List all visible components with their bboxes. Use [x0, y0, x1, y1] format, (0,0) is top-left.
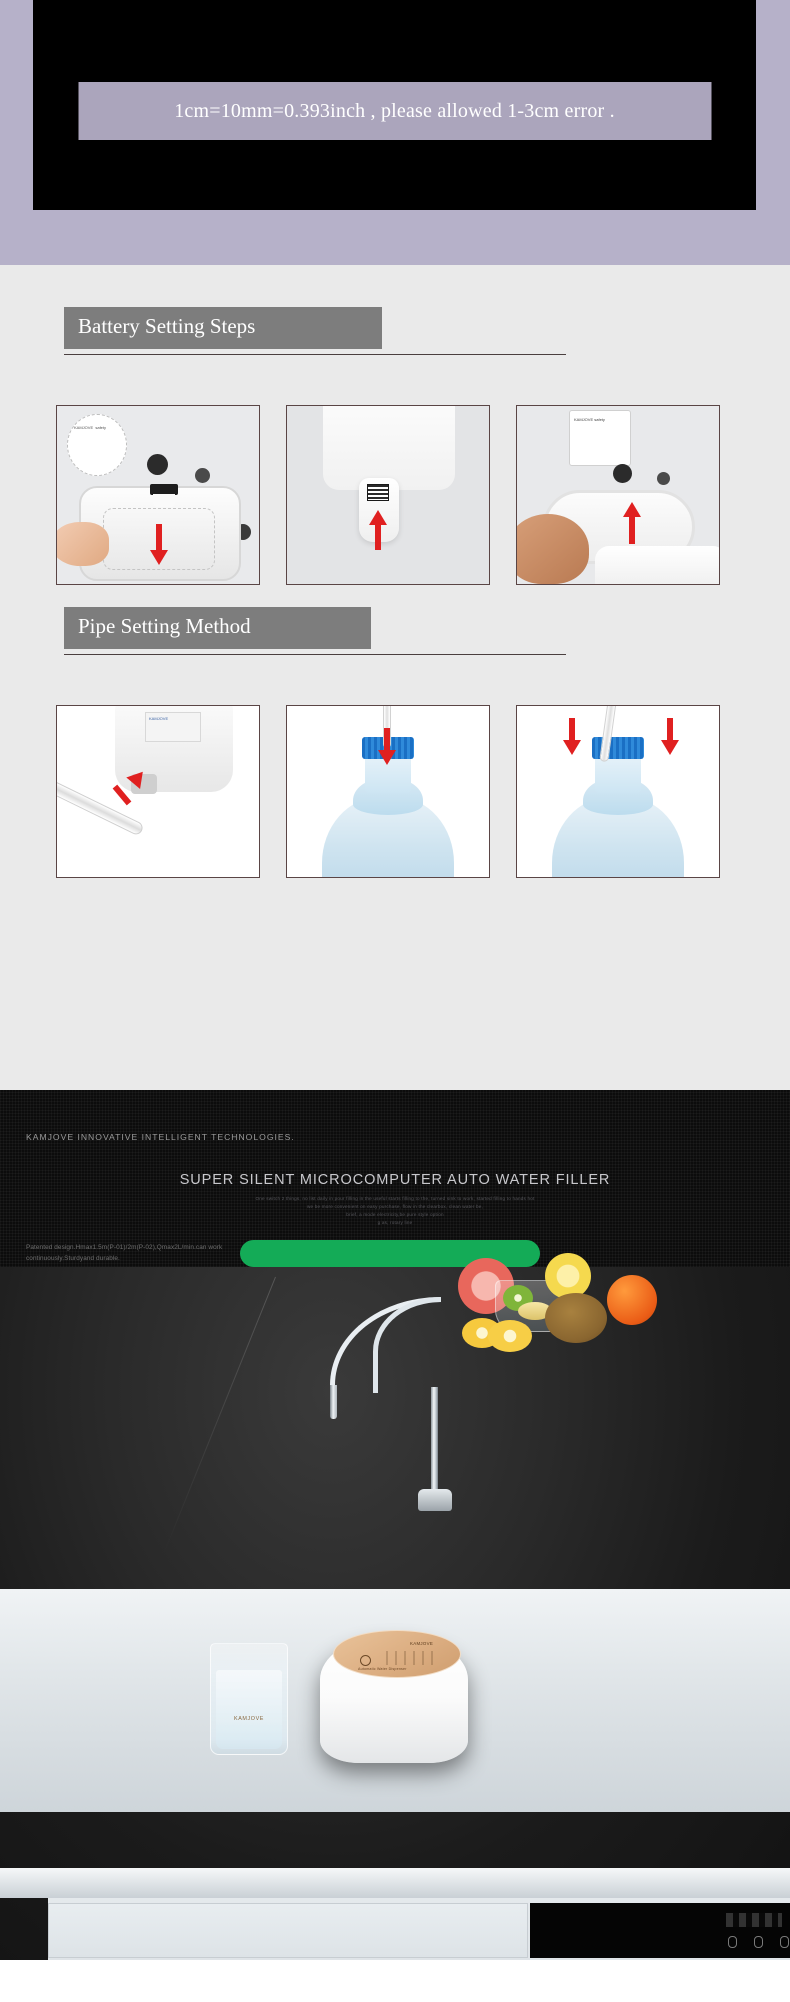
hand-finger: [57, 522, 109, 566]
glass-logo: KAMJOVE: [234, 1716, 264, 1722]
fruit-kiwi-whole: [545, 1293, 607, 1343]
size-note-text: 1cm=10mm=0.393inch , please allowed 1-3c…: [174, 99, 615, 122]
power-button-icon[interactable]: [360, 1655, 371, 1666]
oven-panel: [530, 1903, 790, 1958]
arrow-stem: [569, 718, 575, 740]
battery-cover-press-photo: KAMJOVE safety: [56, 405, 260, 585]
battery-contact-grill: [367, 484, 389, 501]
arrow-stem: [667, 718, 673, 740]
oven-knob-icon[interactable]: [728, 1936, 737, 1948]
arrow-stem: [384, 728, 390, 750]
pipe-into-bottle-photo: [286, 705, 490, 878]
product-scene: [0, 1267, 790, 1960]
counter-edge: [0, 1868, 790, 1898]
battery-cap-insert-photo: [286, 405, 490, 585]
arrow-stem: [629, 516, 635, 544]
battery-tab: [153, 494, 175, 507]
hand-finger: [517, 514, 589, 584]
battery-section-header: Battery Setting Steps: [64, 307, 566, 355]
arrow-stem: [156, 524, 162, 552]
screw-dot-icon: [613, 464, 632, 483]
device-touch-pads[interactable]: [386, 1651, 438, 1665]
cabinet-drawer: [48, 1903, 528, 1958]
size-chart-photo: 1cm=10mm=0.393inch , please allowed 1-3c…: [33, 0, 756, 210]
device-control-panel: KAMJOVE Automatic Water Dispenser: [333, 1630, 461, 1678]
drinking-glass: KAMJOVE: [210, 1643, 288, 1755]
arrow-stem: [375, 524, 381, 550]
pipe-photo-row: KAMJOVE: [56, 705, 720, 878]
patent-note: Patented design.Hmax1.5m(P-01)/2m(P-02),…: [26, 1244, 223, 1262]
fruit-lemon-slice-2: [488, 1320, 532, 1352]
banner-subtitle-line: we be more convenient on easy purchase, …: [306, 1204, 484, 1210]
battery-cover-open-photo: KAMJOVE safety: [516, 405, 720, 585]
oven-knob-icon[interactable]: [754, 1936, 763, 1948]
fruit-orange-whole: [607, 1275, 657, 1325]
glass-water: [216, 1670, 282, 1749]
faucet-base: [418, 1489, 452, 1511]
pipe-seated-bottle-photo: [516, 705, 720, 878]
light-streak: [162, 1276, 276, 1556]
down-arrow-icon: [378, 750, 396, 765]
pipe-section-rule: [64, 654, 566, 655]
battery-photo-row: KAMJOVE safety KAMJOVE safety: [56, 405, 720, 585]
down-arrow-icon: [661, 740, 679, 755]
brand-tagline: KAMJOVE INNOVATIVE INTELLIGENT TECHNOLOG…: [26, 1132, 295, 1142]
oven-knob-icon[interactable]: [780, 1936, 789, 1948]
banner-title: SUPER SILENT MICROCOMPUTER AUTO WATER FI…: [179, 1172, 611, 1188]
unit-sticker: KAMJOVE: [145, 712, 201, 742]
instructions-area: Battery Setting Steps KAMJOVE safety KAM…: [0, 265, 790, 1090]
pipe-section-title: Pipe Setting Method: [64, 607, 371, 649]
banner-subtitle-line: g as, rotary line: [377, 1220, 413, 1226]
pipe-insert-to-unit-photo: KAMJOVE: [56, 705, 260, 878]
unit-body: [595, 546, 719, 584]
screw-dot-icon: [657, 472, 670, 485]
oven-display: [726, 1913, 782, 1927]
up-arrow-icon: [623, 502, 641, 517]
battery-warning-label: KAMJOVE safety: [569, 410, 631, 466]
size-chart-band: 1cm=10mm=0.393inch , please allowed 1-3c…: [0, 0, 790, 265]
down-arrow-icon: [150, 550, 168, 565]
banner-subtitle-line: brief, a mode electricity,be pure style …: [346, 1212, 444, 1218]
battery-warning-label: KAMJOVE safety: [67, 414, 127, 476]
banner-subtitle-line: One switch 2 things, no list daily in po…: [255, 1196, 535, 1201]
fruit-lemon-round-slice: [545, 1253, 591, 1299]
banner-subtitle: One switch 2 things, no list daily in po…: [0, 1195, 790, 1227]
faucet-spout: [330, 1385, 337, 1419]
battery-section-rule: [64, 354, 566, 355]
faucet-stem: [431, 1387, 438, 1497]
screw-dot-icon: [147, 454, 168, 475]
device-caption: Automatic Water Dispenser: [358, 1667, 407, 1671]
battery-section-title: Battery Setting Steps: [64, 307, 382, 349]
page-bottom-spacer: [0, 1960, 790, 2002]
down-arrow-icon: [563, 740, 581, 755]
device-brand-label: KAMJOVE: [410, 1641, 434, 1646]
size-note-strip: 1cm=10mm=0.393inch , please allowed 1-3c…: [78, 82, 711, 140]
up-arrow-icon: [369, 510, 387, 525]
pipe-section-header: Pipe Setting Method: [64, 607, 566, 655]
screw-dot-icon: [195, 468, 210, 483]
product-detail-page: 1cm=10mm=0.393inch , please allowed 1-3c…: [0, 0, 790, 2002]
